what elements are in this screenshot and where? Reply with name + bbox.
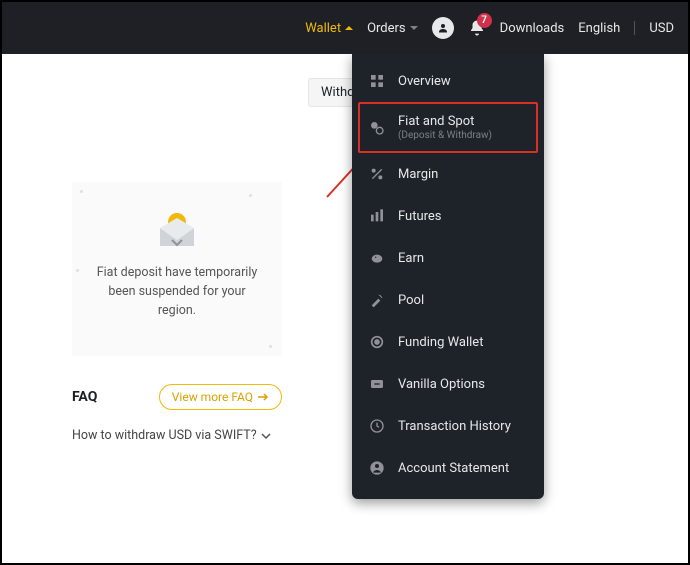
wallet-nav-label: Wallet	[305, 21, 341, 36]
dropdown-item-overview[interactable]: Overview	[352, 60, 544, 102]
dropdown-item-pool[interactable]: Pool	[352, 279, 544, 321]
dropdown-item-earn[interactable]: Earn	[352, 237, 544, 279]
language-nav[interactable]: English	[578, 21, 620, 36]
dropdown-item-vanilla[interactable]: Vanilla Options	[352, 363, 544, 405]
wallet-graphic-icon	[152, 212, 202, 248]
history-icon	[368, 417, 386, 435]
pickaxe-icon	[368, 291, 386, 309]
orders-nav-label: Orders	[367, 21, 406, 36]
notifications-nav[interactable]: 7	[468, 19, 486, 37]
dropdown-item-futures[interactable]: Futures	[352, 195, 544, 237]
dropdown-item-label: Funding Wallet	[398, 335, 483, 350]
dropdown-item-label: Vanilla Options	[398, 377, 485, 392]
orders-nav[interactable]: Orders	[367, 21, 418, 36]
view-more-faq-button[interactable]: View more FAQ	[159, 384, 282, 410]
dropdown-item-fiat-spot[interactable]: Fiat and Spot (Deposit & Withdraw)	[358, 102, 538, 153]
top-navbar: Wallet Orders 7 Downloads English USD	[2, 2, 688, 54]
dropdown-item-label: Pool	[398, 293, 424, 308]
wallet-dropdown: Overview Fiat and Spot (Deposit & Withdr…	[352, 54, 544, 499]
coin-swap-icon	[368, 119, 386, 137]
grid-icon	[368, 72, 386, 90]
percent-icon	[368, 165, 386, 183]
dropdown-item-label: Futures	[398, 209, 442, 224]
faq-title: FAQ	[72, 389, 97, 405]
wallet-nav[interactable]: Wallet	[305, 21, 353, 36]
dropdown-item-label: Margin	[398, 167, 438, 182]
downloads-nav[interactable]: Downloads	[500, 21, 565, 36]
main-content: Fiat deposit have temporarily been suspe…	[72, 182, 282, 443]
suspended-card: Fiat deposit have temporarily been suspe…	[72, 182, 282, 356]
profile-nav[interactable]	[432, 17, 454, 39]
language-nav-label: English	[578, 21, 620, 36]
faq-header-row: FAQ View more FAQ	[72, 384, 282, 410]
dropdown-item-sublabel: (Deposit & Withdraw)	[398, 130, 492, 141]
faq-item[interactable]: How to withdraw USD via SWIFT?	[72, 428, 282, 443]
dropdown-item-label: Earn	[398, 251, 424, 266]
suspended-text-line1: Fiat deposit have temporarily	[88, 264, 266, 283]
caret-down-icon	[410, 26, 418, 30]
arrow-right-icon	[257, 392, 269, 402]
notification-badge: 7	[477, 13, 492, 28]
dropdown-item-funding[interactable]: Funding Wallet	[352, 321, 544, 363]
dropdown-item-label: Transaction History	[398, 419, 511, 434]
options-icon	[368, 375, 386, 393]
suspended-text-line2: been suspended for your region.	[88, 283, 266, 321]
user-icon	[432, 17, 454, 39]
faq-item-label: How to withdraw USD via SWIFT?	[72, 428, 257, 443]
account-circle-icon	[368, 459, 386, 477]
dropdown-item-margin[interactable]: Margin	[352, 153, 544, 195]
currency-nav[interactable]: USD	[649, 21, 674, 36]
caret-up-icon	[345, 26, 353, 30]
chevron-down-icon	[261, 432, 271, 440]
piggy-icon	[368, 249, 386, 267]
dropdown-item-label: Fiat and Spot	[398, 114, 492, 129]
downloads-nav-label: Downloads	[500, 21, 565, 36]
currency-nav-label: USD	[649, 21, 674, 36]
dropdown-item-label: Account Statement	[398, 461, 509, 476]
dropdown-item-label: Overview	[398, 74, 451, 89]
dropdown-item-statement[interactable]: Account Statement	[352, 447, 544, 489]
divider	[634, 21, 635, 35]
chart-icon	[368, 207, 386, 225]
circle-dot-icon	[368, 333, 386, 351]
dropdown-item-history[interactable]: Transaction History	[352, 405, 544, 447]
view-more-label: View more FAQ	[172, 390, 253, 404]
